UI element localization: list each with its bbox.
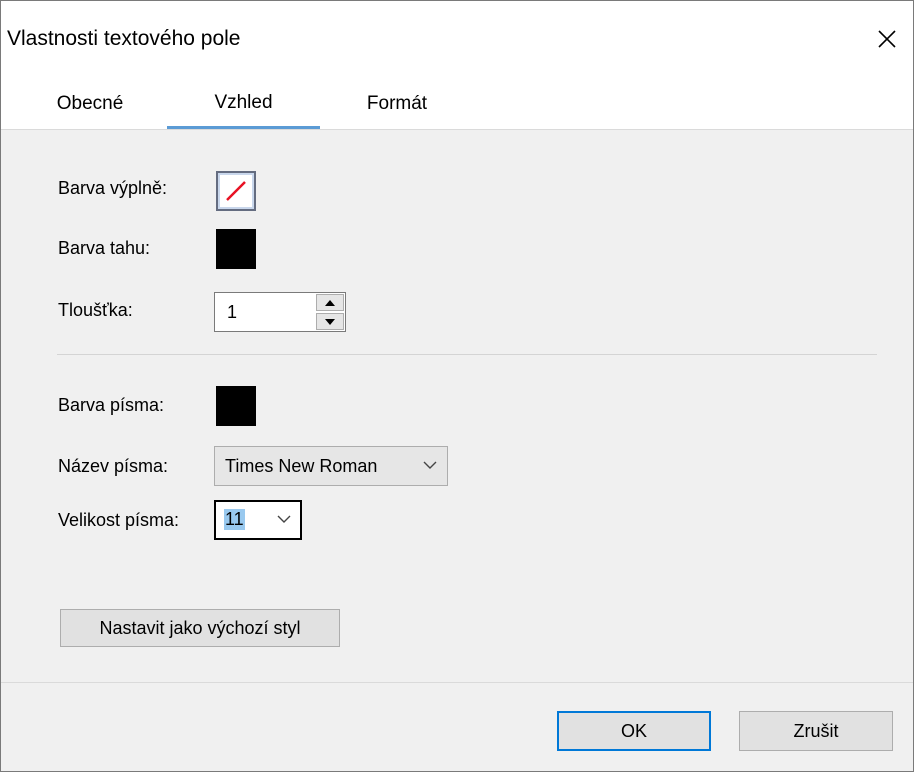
no-fill-icon xyxy=(226,181,246,201)
font-size-label: Velikost písma: xyxy=(58,510,180,530)
ok-label: OK xyxy=(620,720,647,741)
thickness-label: Tloušťka: xyxy=(58,300,133,320)
tab-general[interactable]: Obecné xyxy=(29,79,151,129)
chevron-down-icon xyxy=(423,461,437,469)
tab-general-label: Obecné xyxy=(56,93,124,114)
font-size-dropdown[interactable]: 11 xyxy=(214,500,302,540)
stroke-color-picker[interactable] xyxy=(216,229,256,269)
chevron-down-icon xyxy=(277,515,291,523)
ok-button[interactable]: OK xyxy=(557,711,711,751)
arrow-down-icon xyxy=(325,318,335,325)
footer-divider xyxy=(1,682,913,683)
tab-strip: Obecné Vzhled Formát xyxy=(1,79,913,130)
thickness-increment-button[interactable] xyxy=(316,294,344,311)
tab-format-label: Formát xyxy=(366,93,428,114)
set-default-style-button[interactable]: Nastavit jako výchozí styl xyxy=(60,609,340,647)
thickness-value[interactable]: 1 xyxy=(227,302,237,323)
text-field-properties-dialog: Vlastnosti textového pole Obecné Vzhled … xyxy=(0,0,914,772)
set-default-style-label: Nastavit jako výchozí styl xyxy=(99,617,301,638)
close-icon xyxy=(878,30,896,48)
font-name-label: Název písma: xyxy=(58,456,169,476)
title-bar: Vlastnosti textového pole xyxy=(1,1,913,79)
font-name-value: Times New Roman xyxy=(225,456,378,476)
close-button[interactable] xyxy=(869,21,905,57)
thickness-decrement-button[interactable] xyxy=(316,313,344,330)
cancel-button[interactable]: Zrušit xyxy=(739,711,893,751)
font-color-picker[interactable] xyxy=(216,386,256,426)
arrow-up-icon xyxy=(325,299,335,306)
dialog-title: Vlastnosti textového pole xyxy=(7,27,241,50)
font-color-label: Barva písma: xyxy=(58,395,165,415)
tab-format[interactable]: Formát xyxy=(327,79,467,129)
font-name-dropdown[interactable]: Times New Roman xyxy=(214,446,448,486)
font-size-value[interactable]: 11 xyxy=(224,509,245,530)
stroke-color-label: Barva tahu: xyxy=(58,238,151,258)
fill-color-picker[interactable] xyxy=(216,171,256,211)
tab-appearance-label: Vzhled xyxy=(214,91,273,113)
cancel-label: Zrušit xyxy=(793,720,839,741)
section-divider xyxy=(57,354,877,355)
tab-appearance[interactable]: Vzhled xyxy=(167,79,320,129)
thickness-stepper[interactable]: 1 xyxy=(214,292,346,332)
fill-color-label: Barva výplně: xyxy=(58,178,168,198)
appearance-panel: Barva výplně: Barva tahu: Tloušťka: 1 Ba… xyxy=(1,130,913,682)
